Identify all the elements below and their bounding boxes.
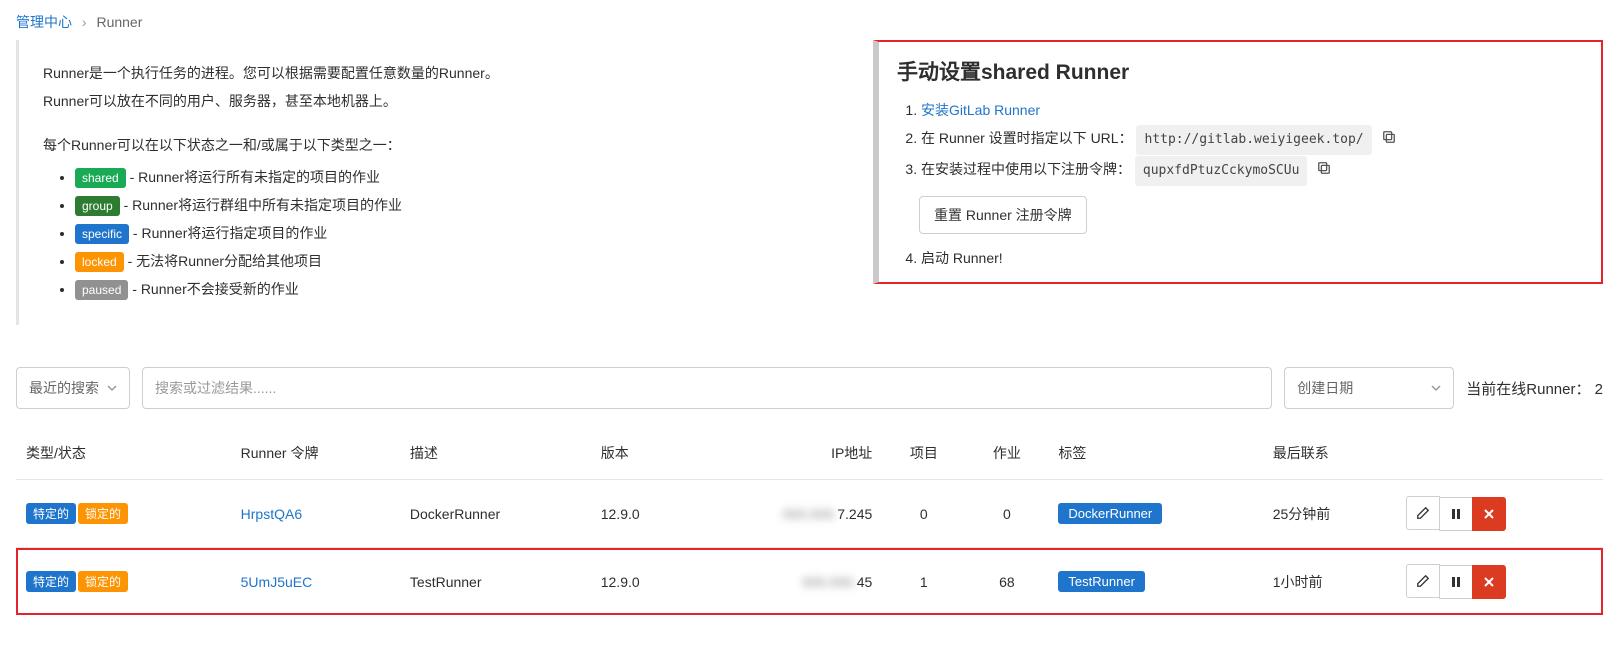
row-badge-specific: 特定的 (26, 571, 76, 592)
chevron-down-icon (107, 380, 117, 396)
col-type: 类型/状态 (16, 427, 231, 480)
badge-paused: paused (75, 280, 128, 300)
row-badge-specific: 特定的 (26, 503, 76, 524)
desc-locked: - 无法将Runner分配给其他项目 (128, 253, 322, 269)
table-row: 特定的锁定的HrpstQA6DockerRunner12.9.0000.000.… (16, 480, 1603, 548)
col-version: 版本 (591, 427, 693, 480)
badge-group: group (75, 196, 120, 216)
reset-token-button[interactable]: 重置 Runner 注册令牌 (919, 196, 1087, 234)
manual-setup-panel: 手动设置shared Runner 安装GitLab Runner 在 Runn… (873, 40, 1603, 284)
runner-jobs: 68 (965, 548, 1048, 616)
intro-p1: Runner是一个执行任务的进程。您可以根据需要配置任意数量的Runner。 (43, 62, 801, 86)
col-projects: 项目 (882, 427, 965, 480)
sort-label: 创建日期 (1297, 378, 1353, 398)
table-row: 特定的锁定的5UmJ5uECTestRunner12.9.0000.000.45… (16, 548, 1603, 616)
runner-last-contact: 1小时前 (1263, 548, 1397, 616)
runner-tag: TestRunner (1058, 571, 1144, 592)
runner-intro-panel: Runner是一个执行任务的进程。您可以根据需要配置任意数量的Runner。 R… (16, 40, 825, 325)
edit-button[interactable] (1406, 564, 1440, 598)
copy-url-icon[interactable] (1382, 125, 1396, 153)
runner-version: 12.9.0 (591, 480, 693, 548)
row-badge-locked: 锁定的 (78, 571, 128, 592)
desc-paused: - Runner不会接受新的作业 (132, 281, 298, 297)
breadcrumb-current: Runner (96, 14, 142, 30)
recent-search-dropdown[interactable]: 最近的搜索 (16, 367, 130, 409)
runner-ip: 000.000.7.245 (693, 480, 883, 548)
copy-token-icon[interactable] (1317, 156, 1331, 184)
setup-title: 手动设置shared Runner (897, 56, 1583, 86)
runners-table: 类型/状态 Runner 令牌 描述 版本 IP地址 项目 作业 标签 最后联系… (16, 427, 1603, 615)
setup-step3-text: 在安装过程中使用以下注册令牌： (921, 161, 1131, 177)
runner-desc: DockerRunner (400, 480, 591, 548)
search-input[interactable]: 搜索或过滤结果...... (142, 367, 1272, 409)
install-runner-link[interactable]: 安装GitLab Runner (921, 102, 1040, 118)
intro-p2: Runner可以放在不同的用户、服务器，甚至本地机器上。 (43, 90, 801, 114)
setup-token-code: qupxfdPtuzCckymoSCUu (1135, 156, 1308, 186)
pause-button[interactable] (1439, 565, 1473, 599)
badge-locked: locked (75, 252, 124, 272)
runner-last-contact: 25分钟前 (1263, 480, 1397, 548)
online-runners-status: 当前在线Runner： 2 (1466, 378, 1603, 399)
sort-dropdown[interactable]: 创建日期 (1284, 367, 1454, 409)
col-token: Runner 令牌 (231, 427, 400, 480)
delete-button[interactable] (1472, 497, 1506, 531)
runner-projects: 0 (882, 480, 965, 548)
runner-token-link[interactable]: HrpstQA6 (241, 506, 302, 522)
runner-token-link[interactable]: 5UmJ5uEC (241, 574, 313, 590)
chevron-down-icon (1431, 380, 1441, 396)
setup-step2-text: 在 Runner 设置时指定以下 URL： (921, 130, 1133, 146)
runner-desc: TestRunner (400, 548, 591, 616)
desc-specific: - Runner将运行指定项目的作业 (133, 225, 327, 241)
edit-button[interactable] (1406, 496, 1440, 530)
breadcrumb: 管理中心 › Runner (16, 12, 1603, 32)
col-ip: IP地址 (693, 427, 883, 480)
col-desc: 描述 (400, 427, 591, 480)
runner-tag: DockerRunner (1058, 503, 1162, 524)
recent-search-label: 最近的搜索 (29, 378, 99, 398)
row-badge-locked: 锁定的 (78, 503, 128, 524)
runner-projects: 1 (882, 548, 965, 616)
desc-shared: - Runner将运行所有未指定的项目的作业 (130, 169, 380, 185)
col-last: 最后联系 (1263, 427, 1397, 480)
runner-version: 12.9.0 (591, 548, 693, 616)
setup-url-code: http://gitlab.weiyigeek.top/ (1136, 125, 1371, 155)
pause-button[interactable] (1439, 497, 1473, 531)
desc-group: - Runner将运行群组中所有未指定项目的作业 (124, 197, 402, 213)
runner-jobs: 0 (965, 480, 1048, 548)
breadcrumb-separator: › (82, 14, 87, 30)
setup-step4-text: 启动 Runner! (921, 244, 1583, 272)
delete-button[interactable] (1472, 565, 1506, 599)
runner-ip: 000.000.45 (693, 548, 883, 616)
col-tags: 标签 (1048, 427, 1262, 480)
col-jobs: 作业 (965, 427, 1048, 480)
intro-p3: 每个Runner可以在以下状态之一和/或属于以下类型之一： (43, 134, 801, 158)
badge-shared: shared (75, 168, 126, 188)
badge-specific: specific (75, 224, 129, 244)
breadcrumb-root[interactable]: 管理中心 (16, 14, 72, 30)
